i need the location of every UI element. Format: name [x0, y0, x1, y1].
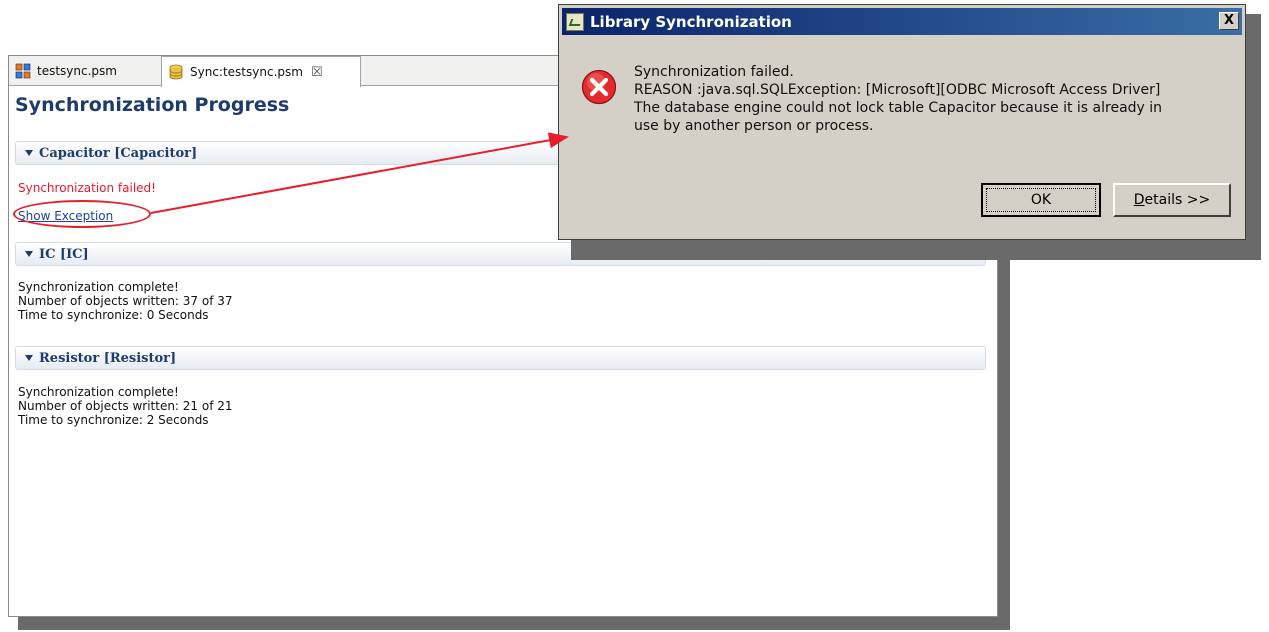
annotation-arrow	[150, 132, 569, 214]
